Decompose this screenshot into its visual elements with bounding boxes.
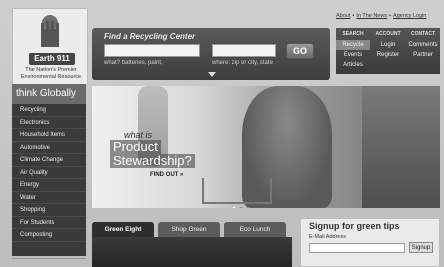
- signup-button[interactable]: Signup: [409, 242, 433, 253]
- contact-column: CONTACT Comments Partner: [406, 31, 440, 60]
- find-out-link[interactable]: FIND OUT »: [150, 172, 183, 178]
- recycling-search-panel: Find a Recycling Center GO what? batteri…: [92, 28, 330, 80]
- hand-globe-icon: [41, 15, 59, 47]
- logo-tagline: The Nation's Premier Environmental Resou…: [20, 67, 82, 80]
- link-separator: •: [352, 13, 355, 19]
- nav-item-air-quality[interactable]: Air Quality: [12, 167, 86, 179]
- nav-divider: [12, 258, 86, 259]
- carousel-dots: [232, 198, 253, 208]
- signup-title: Signup for green tips: [309, 221, 400, 231]
- left-nav: think Globally Recycling Electronics Hou…: [12, 84, 86, 256]
- store-shelves: [362, 86, 440, 208]
- hero-title-line1: Product: [110, 140, 161, 154]
- expand-arrow-icon[interactable]: [208, 72, 216, 77]
- page: Earth 911 The Nation's Premier Environme…: [0, 0, 444, 267]
- recycle-link[interactable]: Recycle: [336, 40, 370, 50]
- about-link[interactable]: About: [336, 13, 350, 19]
- signup-box: Signup for green tips E-Mail Address Sig…: [300, 218, 440, 267]
- nav-item-recycling[interactable]: Recycling: [12, 104, 86, 117]
- nav-item-shopping[interactable]: Shopping: [12, 204, 86, 217]
- agency-login-link[interactable]: Agency Login: [393, 13, 426, 19]
- nav-item-climate[interactable]: Climate Change: [12, 154, 86, 167]
- hero-title-line2: Stewardship?: [110, 154, 195, 168]
- nav-item-electronics[interactable]: Electronics: [12, 117, 86, 129]
- account-menu: SEARCH Recycle Events Articles ACCOUNT L…: [336, 28, 440, 74]
- account-column-header: ACCOUNT: [375, 31, 401, 37]
- account-column: ACCOUNT Login Register: [371, 31, 405, 60]
- what-hint: what? batteries, paint,: [104, 60, 163, 66]
- news-link[interactable]: In The News: [356, 13, 387, 19]
- comments-link[interactable]: Comments: [406, 40, 440, 50]
- where-hint: where: zip or city, state: [212, 60, 273, 66]
- nav-item-automotive[interactable]: Automotive: [12, 142, 86, 154]
- carousel-dot[interactable]: [239, 207, 243, 208]
- logo-badge: Earth 911: [29, 53, 75, 65]
- hero-banner[interactable]: what is Product Stewardship? FIND OUT »: [92, 86, 440, 208]
- what-input[interactable]: [104, 44, 200, 57]
- nav-item-household[interactable]: Household Items: [12, 129, 86, 142]
- top-links: About • In The News • Agency Login: [336, 13, 440, 19]
- nav-heading: think Globally: [12, 84, 86, 104]
- email-field[interactable]: [309, 243, 405, 253]
- tab-green-eight[interactable]: Green Eight: [92, 222, 154, 237]
- register-link[interactable]: Register: [371, 50, 405, 60]
- tab-shop-green[interactable]: Shop Green: [158, 222, 220, 237]
- carousel-dot[interactable]: [232, 207, 236, 208]
- tab-panel: [92, 237, 292, 267]
- earth911-logo[interactable]: Earth 911 The Nation's Premier Environme…: [12, 8, 88, 86]
- go-button[interactable]: GO: [286, 43, 314, 59]
- login-link[interactable]: Login: [371, 40, 405, 50]
- tab-eco-lunch[interactable]: Eco Lunch: [224, 222, 286, 237]
- content-tabs: Green Eight Shop Green Eco Lunch: [92, 222, 292, 267]
- email-label: E-Mail Address: [309, 234, 346, 240]
- nav-item-water[interactable]: Water: [12, 192, 86, 204]
- search-title: Find a Recycling Center: [104, 32, 196, 41]
- link-separator: •: [389, 13, 392, 19]
- nav-item-students[interactable]: For Students: [12, 217, 86, 229]
- where-input[interactable]: [212, 44, 276, 57]
- contact-column-header: CONTACT: [410, 31, 436, 37]
- nav-item-energy[interactable]: Energy: [12, 179, 86, 192]
- search-column-header: SEARCH: [342, 31, 364, 37]
- events-link[interactable]: Events: [336, 50, 370, 60]
- search-column: SEARCH Recycle Events Articles: [336, 31, 370, 70]
- carousel-dot[interactable]: [246, 207, 250, 208]
- articles-link[interactable]: Articles: [336, 60, 370, 70]
- nav-item-composting[interactable]: Composting: [12, 229, 86, 242]
- partner-link[interactable]: Partner: [406, 50, 440, 60]
